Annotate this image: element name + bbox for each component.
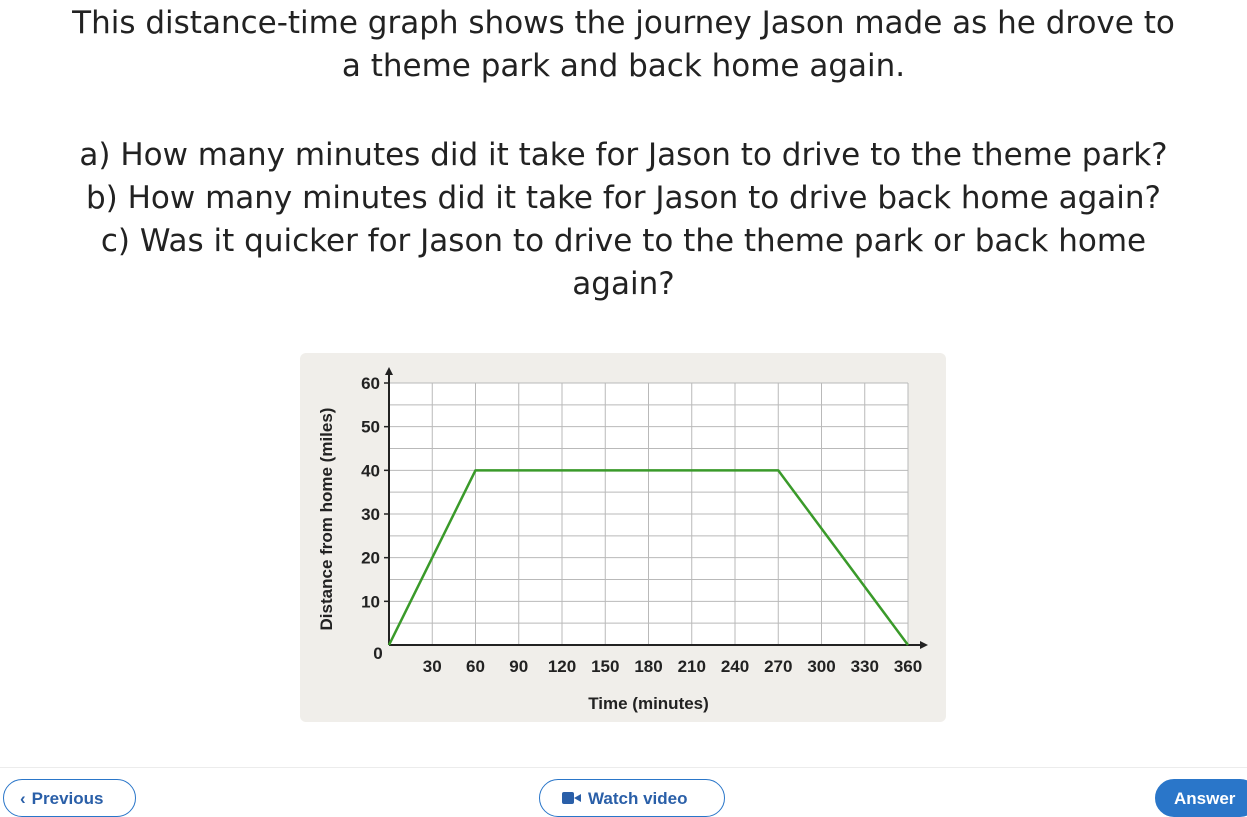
x-tick-label: 300	[807, 657, 835, 676]
chart-svg: 10 20 30 40 50 60 30 60 90 120 150 180 210 240 270 300 3…	[300, 353, 946, 722]
x-tick-label: 180	[634, 657, 662, 676]
x-tick-label: 150	[591, 657, 619, 676]
watch-video-button-label: Watch video	[588, 789, 688, 809]
distance-time-chart: 10 20 30 40 50 60 30 60 90 120 150 180 210 240 270 300 3…	[300, 353, 946, 722]
y-tick-label: 30	[361, 505, 380, 524]
x-axis-arrow	[920, 641, 928, 649]
question-intro-line1: This distance-time graph shows the journ…	[72, 5, 1175, 41]
x-tick-label: 30	[423, 657, 442, 676]
y-axis-label: Distance from home (miles)	[317, 408, 336, 631]
question-part-c: c) Was it quicker for Jason to drive to …	[0, 220, 1247, 306]
video-camera-icon	[562, 791, 582, 805]
x-tick-label: 330	[851, 657, 879, 676]
watch-video-button[interactable]: Watch video	[539, 779, 725, 817]
y-tick-label: 40	[361, 461, 380, 480]
y-axis-arrow	[385, 367, 393, 375]
question-part-a: a) How many minutes did it take for Jaso…	[0, 134, 1247, 177]
x-axis-label: Time (minutes)	[588, 694, 709, 713]
x-tick-label: 360	[894, 657, 922, 676]
y-tick-label: 50	[361, 418, 380, 437]
y-tick-label: 10	[361, 592, 380, 611]
question-part-b: b) How many minutes did it take for Jaso…	[0, 177, 1247, 220]
question-part-c-line1: c) Was it quicker for Jason to drive to …	[101, 223, 1146, 259]
question-intro-line2: a theme park and back home again.	[342, 48, 905, 84]
chevron-left-icon: ‹	[20, 789, 26, 808]
y-tick-label: 20	[361, 549, 380, 568]
question-text: This distance-time graph shows the journ…	[0, 2, 1247, 306]
x-tick-label: 120	[548, 657, 576, 676]
origin-label: 0	[373, 644, 382, 663]
footer-divider	[0, 767, 1247, 768]
question-part-c-line2: again?	[572, 266, 674, 302]
answer-button[interactable]: Answer	[1155, 779, 1247, 817]
x-tick-label: 240	[721, 657, 749, 676]
previous-button[interactable]: ‹ Previous	[3, 779, 136, 817]
x-tick-label: 90	[509, 657, 528, 676]
y-tick-label: 60	[361, 374, 380, 393]
answer-button-label: Answer	[1174, 789, 1235, 809]
previous-button-label: Previous	[32, 789, 104, 809]
x-tick-label: 270	[764, 657, 792, 676]
x-tick-label: 60	[466, 657, 485, 676]
x-tick-label: 210	[678, 657, 706, 676]
question-intro: This distance-time graph shows the journ…	[0, 2, 1247, 88]
